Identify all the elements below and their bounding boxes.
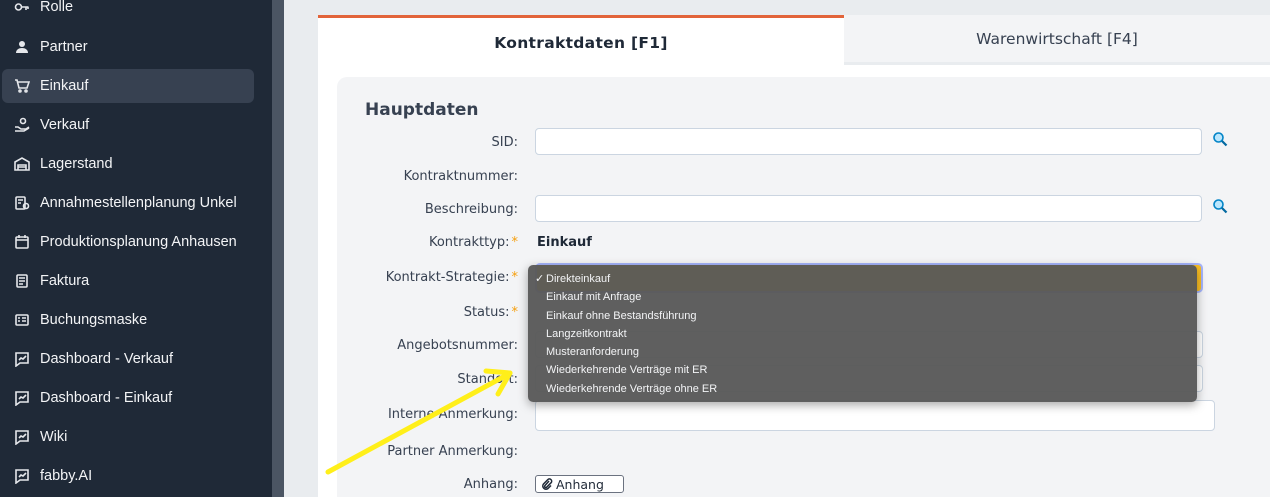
sidebar-item-faktura[interactable]: Faktura xyxy=(2,264,254,298)
dropdown-option[interactable]: Musteranforderung xyxy=(528,343,1197,361)
option-label: Langzeitkontrakt xyxy=(546,327,627,340)
label-standort: Standort: xyxy=(457,372,518,387)
kontrakt-strategie-dropdown: ✓ Direkteinkauf Einkauf mit Anfrage Einka… xyxy=(528,265,1197,402)
sidebar-item-label: Wiki xyxy=(40,429,68,445)
label-beschreibung: Beschreibung: xyxy=(424,202,518,217)
sidebar-item-verkauf[interactable]: Verkauf xyxy=(2,108,254,142)
label-kontrakt-strategie: Kontrakt-Strategie: * xyxy=(386,270,518,285)
sidebar-item-label: Dashboard - Verkauf xyxy=(40,351,173,367)
sidebar-item-dashboard-einkauf[interactable]: Dashboard - Einkauf xyxy=(2,381,254,415)
search-icon[interactable] xyxy=(1212,198,1228,214)
label-kontraktnummer: Kontraktnummer: xyxy=(403,169,518,184)
hand-coin-icon xyxy=(12,115,32,135)
clipboard-icon xyxy=(12,193,32,213)
dropdown-option[interactable]: Langzeitkontrakt xyxy=(528,325,1197,343)
label-sid: SID: xyxy=(491,135,518,150)
key-icon xyxy=(12,0,32,17)
user-icon xyxy=(12,37,32,57)
dropdown-option[interactable]: ✓ Direkteinkauf xyxy=(528,270,1197,288)
required-marker: * xyxy=(511,235,519,250)
option-label: Musteranforderung xyxy=(546,346,639,359)
required-marker: * xyxy=(511,270,519,285)
sidebar-item-label: Partner xyxy=(40,39,88,55)
required-marker: * xyxy=(511,305,519,320)
paperclip-icon xyxy=(542,478,553,490)
tab-kontraktdaten[interactable]: Kontraktdaten [F1] xyxy=(318,15,844,68)
dropdown-option[interactable]: Wiederkehrende Verträge ohne ER xyxy=(528,380,1197,398)
label-text: Kontrakt-Strategie: xyxy=(385,270,510,285)
sidebar-item-einkauf[interactable]: Einkauf xyxy=(2,69,254,103)
calendar-icon xyxy=(12,232,32,252)
section-title: Hauptdaten xyxy=(365,100,479,120)
chart-icon xyxy=(12,466,32,486)
warehouse-icon xyxy=(12,154,32,174)
sidebar-item-label: Lagerstand xyxy=(40,156,113,172)
sidebar-item-label: Verkauf xyxy=(40,117,90,133)
sidebar-item-label: Rolle xyxy=(40,0,74,15)
option-label: Wiederkehrende Verträge ohne ER xyxy=(546,382,718,395)
sidebar-item-label: Buchungsmaske xyxy=(40,312,148,328)
sidebar-item-partner[interactable]: Partner xyxy=(2,30,254,64)
sidebar-item-lagerstand[interactable]: Lagerstand xyxy=(2,147,254,181)
dropdown-option[interactable]: Einkauf ohne Bestandsführung xyxy=(528,307,1197,325)
sidebar-item-label: Faktura xyxy=(40,273,90,289)
sidebar-item-label: Einkauf xyxy=(40,78,89,94)
cart-icon xyxy=(12,76,32,96)
sidebar-item-buchungsmaske[interactable]: Buchungsmaske xyxy=(2,303,254,337)
label-anhang: Anhang: xyxy=(463,477,518,492)
sid-input[interactable] xyxy=(535,128,1202,155)
anhang-button[interactable]: Anhang xyxy=(535,475,624,493)
dropdown-option[interactable]: Wiederkehrende Verträge mit ER xyxy=(528,361,1197,379)
chart-icon xyxy=(12,349,32,369)
invoice-icon xyxy=(12,271,32,291)
option-label: Einkauf mit Anfrage xyxy=(546,291,642,304)
sidebar-item-wiki[interactable]: Wiki xyxy=(2,420,254,454)
beschreibung-input[interactable] xyxy=(535,195,1202,222)
chart-icon xyxy=(12,427,32,447)
tab-warenwirtschaft[interactable]: Warenwirtschaft [F4] xyxy=(844,15,1270,62)
sidebar-scrollbar[interactable] xyxy=(272,0,284,497)
sidebar-item-label: fabby.AI xyxy=(40,468,93,484)
option-label: Direkteinkauf xyxy=(546,273,611,285)
sidebar-item-rolle[interactable]: Rolle xyxy=(2,0,254,24)
sidebar-item-fabby-ai[interactable]: fabby.AI xyxy=(2,459,254,493)
kontrakttyp-value: Einkauf xyxy=(537,235,592,250)
sidebar-item-dashboard-verkauf[interactable]: Dashboard - Verkauf xyxy=(2,342,254,376)
label-angebotsnummer: Angebotsnummer: xyxy=(397,338,518,353)
sidebar-item-label: Annahmestellenplanung Unkel xyxy=(40,195,237,211)
anhang-button-label: Anhang xyxy=(556,476,604,492)
sidebar-item-produktionsplanung[interactable]: Produktionsplanung Anhausen xyxy=(2,225,254,259)
label-kontrakttyp: Kontrakttyp: * xyxy=(429,235,518,250)
checkmark-icon: ✓ xyxy=(535,273,545,285)
sidebar-item-label: Dashboard - Einkauf xyxy=(40,390,173,406)
form-icon xyxy=(12,310,32,330)
dropdown-option[interactable]: Einkauf mit Anfrage xyxy=(528,288,1197,306)
option-label: Einkauf ohne Bestandsführung xyxy=(546,309,697,322)
label-interne-anmerkung: Interne Anmerkung: xyxy=(387,407,518,422)
label-status: Status: * xyxy=(464,305,518,320)
sidebar-item-annahmestellenplanung[interactable]: Annahmestellenplanung Unkel xyxy=(2,186,254,220)
sidebar-item-label: Produktionsplanung Anhausen xyxy=(40,234,237,250)
label-text: Kontrakttyp: xyxy=(428,235,510,250)
search-icon[interactable] xyxy=(1212,131,1228,147)
sidebar: Rolle Partner Einkauf Verkauf Lagerstand… xyxy=(0,0,272,497)
option-label: Wiederkehrende Verträge mit ER xyxy=(546,364,708,377)
label-text: Status: xyxy=(463,305,510,320)
chart-icon xyxy=(12,388,32,408)
label-partner-anmerkung: Partner Anmerkung: xyxy=(387,444,518,459)
interne-anmerkung-input[interactable] xyxy=(535,400,1215,431)
